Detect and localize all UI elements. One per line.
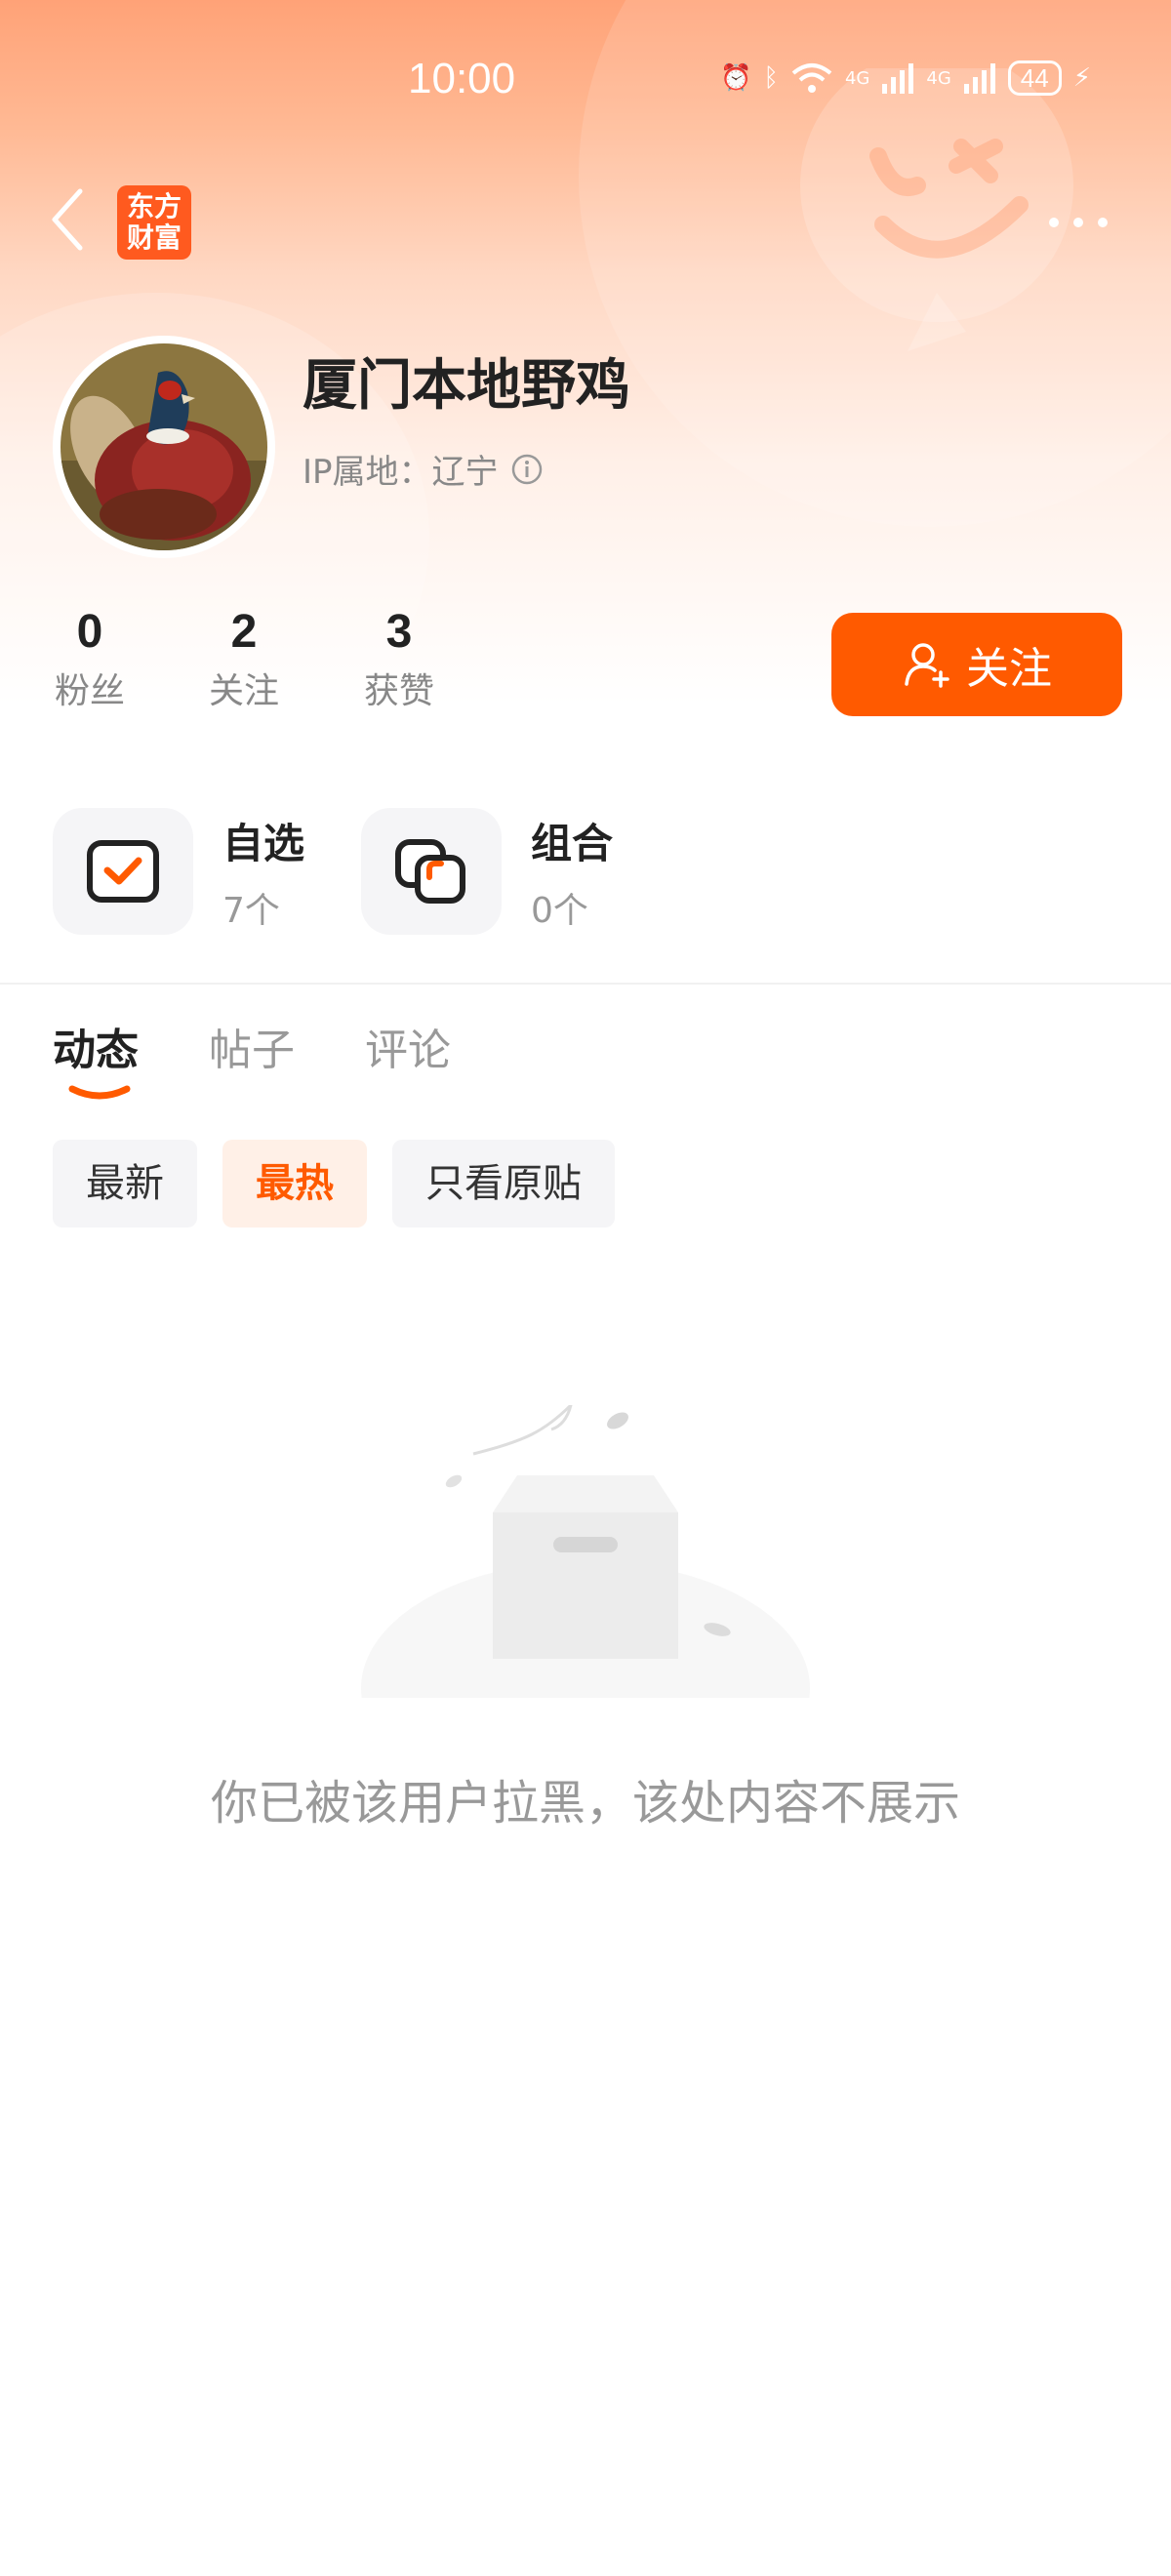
pheasant-avatar-image: [61, 343, 267, 550]
portfolio-squares-icon: [395, 839, 465, 904]
filter-original-only[interactable]: 只看原贴: [392, 1140, 615, 1228]
follow-button[interactable]: 关注: [831, 613, 1122, 716]
portfolio-tile: [361, 808, 502, 935]
watchlist-title: 自选: [222, 819, 305, 867]
filter-chips: 最新 最热 只看原贴: [53, 1140, 615, 1228]
more-button[interactable]: [1044, 203, 1112, 242]
status-time: 10:00: [408, 55, 516, 102]
content-tabs: 动态 帖子 评论: [53, 1015, 451, 1077]
filter-latest[interactable]: 最新: [53, 1140, 197, 1228]
watchlist-entry[interactable]: 自选 7个: [53, 808, 304, 935]
profile-username: 厦门本地野鸡: [303, 354, 630, 418]
status-bar: 10:00 ⏰ ᛒ 4G 4G 44 ⚡: [0, 0, 1171, 176]
add-user-icon: [905, 643, 949, 688]
follow-button-label: 关注: [966, 644, 1052, 694]
portfolio-title: 组合: [531, 819, 614, 867]
network-type-label: 4G: [926, 67, 951, 89]
profile-stats: 0 粉丝 2 关注 3 获赞: [0, 605, 683, 722]
logo-line: 东方: [126, 190, 182, 222]
ip-location-text: IP属地：辽宁: [303, 453, 499, 492]
empty-box-illustration: [361, 1405, 810, 1698]
watchlist-check-icon: [87, 840, 159, 903]
tab-comments[interactable]: 评论: [365, 1015, 451, 1077]
active-tab-indicator: [68, 1085, 131, 1100]
empty-state-message: 你已被该用户拉黑，该处内容不展示: [210, 1776, 960, 1831]
wifi-icon: [791, 63, 832, 93]
signal-icon: [963, 63, 995, 94]
tab-posts[interactable]: 帖子: [209, 1015, 295, 1077]
stat-label: 关注: [208, 671, 279, 711]
more-dots-icon: [1049, 218, 1108, 227]
stat-followers[interactable]: 0 粉丝: [26, 605, 153, 713]
stat-label: 获赞: [363, 671, 434, 711]
avatar[interactable]: [53, 336, 275, 558]
stat-value: 3: [385, 606, 413, 658]
stat-likes[interactable]: 3 获赞: [336, 605, 463, 713]
watchlist-tile: [53, 808, 193, 935]
stat-value: 2: [230, 606, 258, 658]
section-divider: [0, 983, 1171, 985]
stat-label: 粉丝: [54, 671, 125, 711]
ip-location: IP属地：辽宁: [303, 445, 544, 493]
chevron-left-icon: [52, 188, 83, 251]
charging-icon: ⚡: [1072, 63, 1091, 93]
filter-hottest[interactable]: 最热: [222, 1140, 367, 1228]
bluetooth-icon: ᛒ: [763, 63, 779, 93]
battery-indicator: 44: [1007, 60, 1062, 96]
alarm-icon: ⏰: [720, 63, 752, 93]
signal-icon: [882, 63, 914, 94]
info-icon[interactable]: [510, 453, 544, 486]
back-button[interactable]: [47, 185, 105, 254]
tab-activity[interactable]: 动态: [53, 1015, 139, 1077]
network-type-label: 4G: [844, 67, 870, 89]
portfolio-entry[interactable]: 组合 0个: [361, 808, 613, 935]
watchlist-count: 7个: [222, 890, 280, 931]
app-logo: 东方 财富: [117, 185, 191, 260]
stat-following[interactable]: 2 关注: [181, 605, 307, 713]
stat-value: 0: [76, 606, 103, 658]
logo-line: 财富: [126, 221, 182, 254]
portfolio-count: 0个: [531, 890, 588, 931]
status-icons: ⏰ ᛒ 4G 4G 44 ⚡: [720, 60, 1091, 96]
